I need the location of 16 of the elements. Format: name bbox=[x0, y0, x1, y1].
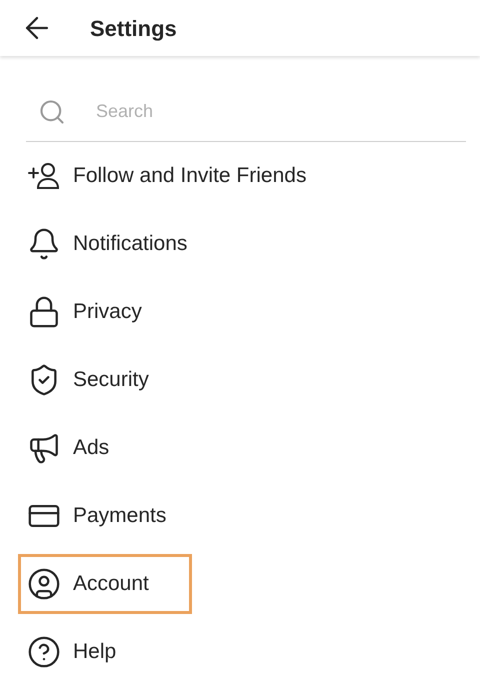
settings-item[interactable]: Follow and Invite Friends bbox=[18, 146, 350, 206]
search-field[interactable]: Search bbox=[96, 98, 396, 125]
settings-item[interactable]: Ads bbox=[18, 418, 152, 478]
help-icon bbox=[27, 635, 61, 669]
settings-item[interactable]: Help bbox=[18, 622, 160, 674]
settings-item[interactable]: Payments bbox=[18, 486, 210, 546]
person-circle-icon bbox=[27, 567, 61, 601]
settings-item[interactable]: Security bbox=[18, 350, 192, 410]
lock-icon bbox=[27, 295, 61, 329]
megaphone-icon bbox=[27, 431, 61, 465]
settings-item[interactable]: Privacy bbox=[18, 282, 185, 342]
page-title: Settings bbox=[90, 14, 177, 43]
settings-item[interactable]: Notifications bbox=[18, 214, 230, 274]
settings-item[interactable]: Account bbox=[18, 554, 192, 614]
bell-icon bbox=[27, 227, 61, 261]
search-icon bbox=[38, 98, 66, 126]
